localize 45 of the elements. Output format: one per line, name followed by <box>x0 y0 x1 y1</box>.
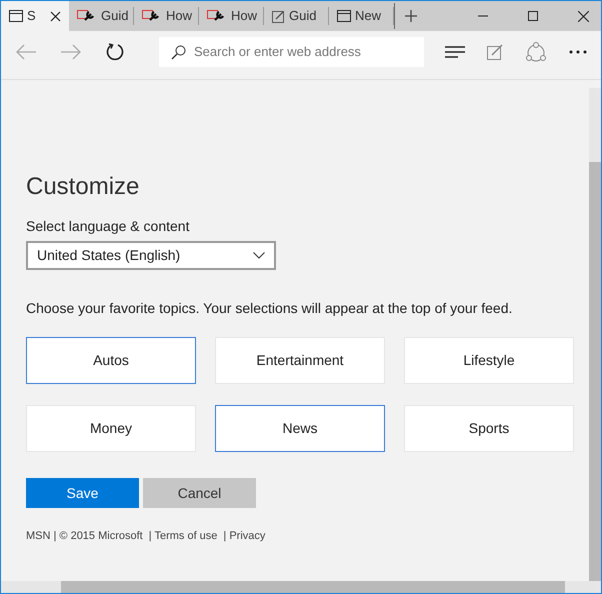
topic-tile[interactable]: Sports <box>404 405 574 452</box>
address-bar[interactable]: Search or enter web address <box>159 37 424 67</box>
search-icon <box>171 44 186 60</box>
tab-title: How <box>231 7 258 25</box>
tab-title: Guid <box>289 7 316 25</box>
save-button[interactable]: Save <box>26 478 139 508</box>
scrollbar-thumb[interactable] <box>61 581 565 593</box>
wrench-icon <box>207 10 227 22</box>
topic-tile[interactable]: Lifestyle <box>404 337 574 384</box>
tab-title: Guid <box>101 7 128 25</box>
refresh-icon[interactable] <box>106 43 124 61</box>
wrench-icon <box>77 10 97 22</box>
scrollbar-thumb[interactable] <box>589 162 601 581</box>
more-icon[interactable] <box>569 50 587 54</box>
close-icon[interactable] <box>578 10 589 22</box>
language-dropdown[interactable]: United States (English) <box>26 241 276 270</box>
vertical-scrollbar[interactable] <box>589 88 601 581</box>
tab-title: How <box>166 7 192 25</box>
topics-prompt: Choose your favorite topics. Your selections will appear at the top of your feed. <box>26 299 514 318</box>
note-icon[interactable] <box>487 44 503 60</box>
wrench-icon <box>142 10 162 22</box>
footer-link[interactable]: | Terms of use <box>148 528 218 544</box>
new-tab-icon[interactable] <box>405 10 417 22</box>
edit-icon <box>272 10 285 22</box>
hub-icon[interactable] <box>445 46 465 58</box>
cancel-button[interactable]: Cancel <box>143 478 256 508</box>
tab-title: S <box>27 7 36 26</box>
topic-tile[interactable]: Entertainment <box>215 337 385 384</box>
page-title: Customize <box>26 172 140 202</box>
browser-tab[interactable]: S <box>1 1 69 31</box>
page-icon <box>337 10 351 22</box>
topic-tile[interactable]: Money <box>26 405 196 452</box>
topic-tile[interactable]: News <box>215 405 385 452</box>
chevron-icon <box>253 252 265 259</box>
copyright-text: MSN | © 2015 Microsoft <box>26 529 143 544</box>
share-icon[interactable] <box>525 41 547 63</box>
address-input[interactable]: Search or enter web address <box>194 42 412 62</box>
footer-link[interactable]: | Privacy <box>223 528 266 544</box>
topic-tile[interactable]: Autos <box>26 337 196 384</box>
maximize-icon[interactable] <box>528 11 538 21</box>
tab-title: New <box>355 7 382 25</box>
horizontal-scrollbar[interactable] <box>1 581 601 593</box>
close-icon[interactable] <box>50 10 61 22</box>
page-icon <box>9 10 23 22</box>
language-label: Select language & content <box>26 217 190 236</box>
